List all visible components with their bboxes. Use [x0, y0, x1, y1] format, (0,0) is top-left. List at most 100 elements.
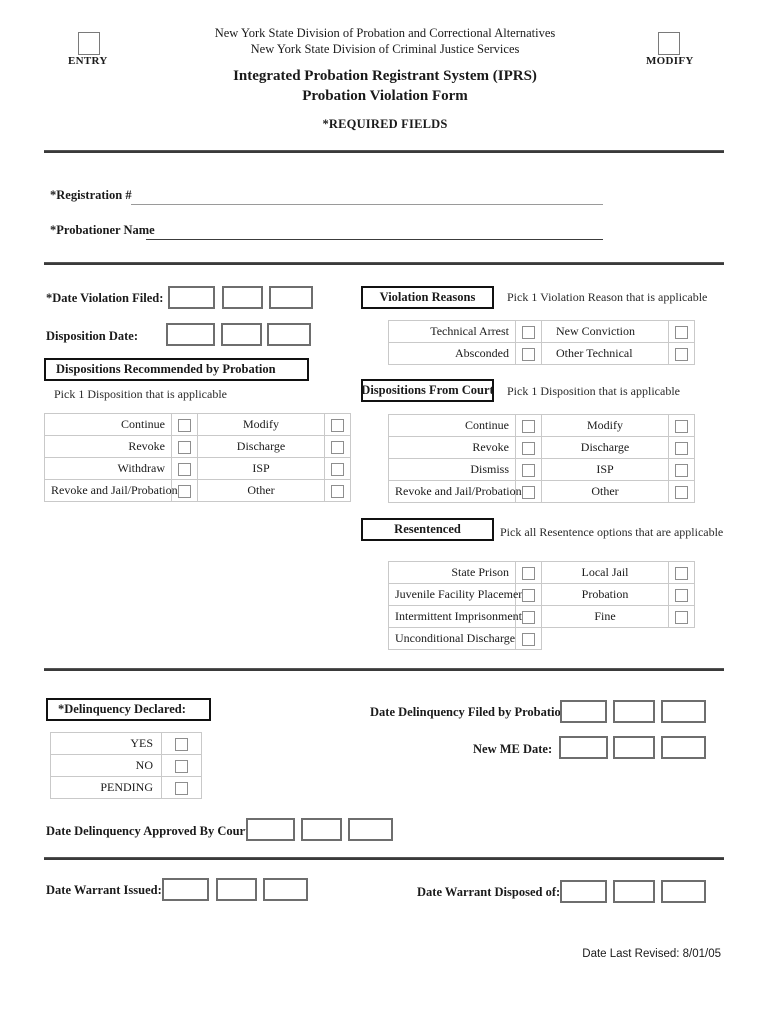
delinquency-option-checkbox[interactable]: [161, 776, 202, 799]
table-row: PENDING: [50, 776, 202, 799]
resentence-checkbox[interactable]: [668, 605, 695, 628]
new-me-date-month[interactable]: [559, 736, 608, 759]
disposition-court-checkbox[interactable]: [668, 436, 695, 459]
resentenced-heading-text: Resentenced: [394, 522, 461, 536]
divider-top: [44, 150, 724, 153]
date-delinquency-filed-label: Date Delinquency Filed by Probation:: [370, 705, 572, 719]
delinquency-declared-heading: *Delinquency Declared:: [46, 698, 211, 721]
violation-filed-year[interactable]: [269, 286, 313, 309]
violation-reasons-hint: Pick 1 Violation Reason that is applicab…: [507, 290, 708, 304]
dispositions-court-heading-text: Dispositions From Court: [361, 383, 494, 397]
disposition-probation-checkbox[interactable]: [171, 413, 198, 436]
resentence-checkbox[interactable]: [668, 561, 695, 584]
new-me-date-year[interactable]: [661, 736, 706, 759]
violation-filed-day[interactable]: [222, 286, 263, 309]
violation-reason-label: New Conviction: [541, 320, 669, 343]
dispositions-court-table: Continue Modify Revoke Discharge Dismiss…: [388, 414, 695, 503]
date-delinquency-approved-label: Date Delinquency Approved By Court:: [46, 824, 254, 838]
warrant-disposed-year[interactable]: [661, 880, 706, 903]
disposition-date-day[interactable]: [221, 323, 262, 346]
warrant-disposed-month[interactable]: [560, 880, 607, 903]
delinquency-option-label: NO: [50, 754, 162, 777]
empty-cell: [542, 628, 669, 650]
delinquency-approved-month[interactable]: [246, 818, 295, 841]
resentence-label: Unconditional Discharge: [388, 627, 516, 650]
disposition-court-checkbox[interactable]: [515, 414, 542, 437]
delinquency-approved-day[interactable]: [301, 818, 342, 841]
divider-warrant: [44, 857, 724, 860]
entry-label: ENTRY: [68, 55, 108, 67]
table-row: Technical Arrest New Conviction: [388, 320, 695, 343]
warrant-disposed-day[interactable]: [613, 880, 655, 903]
new-me-date-day[interactable]: [613, 736, 655, 759]
delinquency-filed-day[interactable]: [613, 700, 655, 723]
dispositions-probation-heading-text: Dispositions Recommended by Probation: [56, 362, 276, 376]
delinquency-option-checkbox[interactable]: [161, 754, 202, 777]
disposition-court-checkbox[interactable]: [668, 480, 695, 503]
divider-delinquency: [44, 668, 724, 671]
table-row: Absconded Other Technical: [388, 342, 695, 365]
modify-checkbox[interactable]: [658, 32, 680, 55]
warrant-issued-year[interactable]: [263, 878, 308, 901]
resentence-label: Local Jail: [541, 561, 669, 584]
table-row: Intermittent Imprisonment Fine: [388, 605, 695, 628]
disposition-court-label: Revoke: [388, 436, 516, 459]
dispositions-court-heading: Dispositions From Court: [361, 379, 494, 402]
agency-line-1: New York State Division of Probation and…: [214, 26, 556, 40]
resentence-label: State Prison: [388, 561, 516, 584]
disposition-probation-checkbox[interactable]: [324, 479, 351, 502]
probationer-name-input[interactable]: [146, 239, 603, 240]
warrant-issued-month[interactable]: [162, 878, 209, 901]
registration-number-input[interactable]: [131, 204, 603, 205]
violation-reason-checkbox[interactable]: [515, 342, 542, 365]
disposition-court-checkbox[interactable]: [668, 458, 695, 481]
table-row: Revoke Discharge: [44, 435, 351, 458]
disposition-court-label: Other: [541, 480, 669, 503]
disposition-court-checkbox[interactable]: [668, 414, 695, 437]
registration-number-label: *Registration #: [50, 188, 132, 202]
disposition-probation-checkbox[interactable]: [324, 435, 351, 458]
warrant-issued-day[interactable]: [216, 878, 257, 901]
resentence-label: Intermittent Imprisonment: [388, 605, 522, 628]
table-row: Juvenile Facility Placement Probation: [388, 583, 695, 606]
delinquency-filed-year[interactable]: [661, 700, 706, 723]
table-row: YES: [50, 732, 202, 755]
violation-reason-checkbox[interactable]: [515, 320, 542, 343]
empty-cell: [669, 628, 695, 650]
resentence-label: Juvenile Facility Placement: [388, 583, 528, 606]
delinquency-approved-year[interactable]: [348, 818, 393, 841]
probationer-name-label: *Probationer Name: [50, 223, 155, 237]
divider-identity: [44, 262, 724, 265]
disposition-date-year[interactable]: [267, 323, 311, 346]
table-row: Continue Modify: [44, 413, 351, 436]
disposition-court-label: Dismiss: [388, 458, 516, 481]
table-row: Revoke and Jail/Probation Other: [44, 479, 351, 502]
resentenced-table: State Prison Local Jail Juvenile Facilit…: [388, 561, 695, 650]
delinquency-option-label: PENDING: [50, 776, 162, 799]
modify-label: MODIFY: [646, 55, 694, 67]
violation-filed-month[interactable]: [168, 286, 215, 309]
resentence-checkbox[interactable]: [515, 627, 542, 650]
disposition-court-label: Revoke and Jail/Probation: [388, 480, 522, 503]
disposition-probation-label: Withdraw: [44, 457, 172, 480]
violation-reason-checkbox[interactable]: [668, 342, 695, 365]
dispositions-probation-heading: Dispositions Recommended by Probation: [44, 358, 309, 381]
violation-reason-checkbox[interactable]: [668, 320, 695, 343]
disposition-court-checkbox[interactable]: [515, 436, 542, 459]
disposition-court-checkbox[interactable]: [515, 458, 542, 481]
dispositions-probation-hint: Pick 1 Disposition that is applicable: [54, 387, 227, 401]
disposition-probation-checkbox[interactable]: [324, 413, 351, 436]
delinquency-filed-month[interactable]: [560, 700, 607, 723]
resentence-checkbox[interactable]: [515, 561, 542, 584]
disposition-date-month[interactable]: [166, 323, 215, 346]
disposition-probation-checkbox[interactable]: [324, 457, 351, 480]
disposition-probation-checkbox[interactable]: [171, 457, 198, 480]
resentenced-hint: Pick all Resentence options that are app…: [500, 525, 724, 539]
date-warrant-disposed-label: Date Warrant Disposed of:: [417, 885, 561, 899]
table-row: Revoke Discharge: [388, 436, 695, 459]
resentence-checkbox[interactable]: [668, 583, 695, 606]
page-title-line-2: Probation Violation Form: [302, 88, 468, 104]
disposition-probation-checkbox[interactable]: [171, 435, 198, 458]
delinquency-option-checkbox[interactable]: [161, 732, 202, 755]
entry-checkbox[interactable]: [78, 32, 100, 55]
